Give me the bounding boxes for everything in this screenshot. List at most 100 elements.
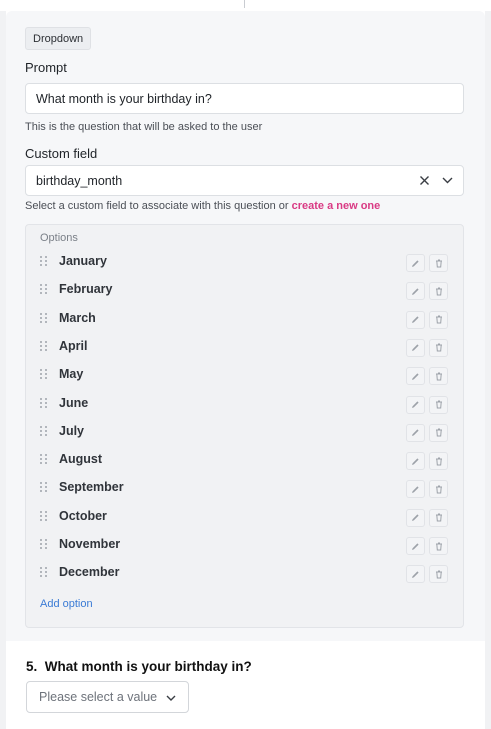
trash-icon [435,343,442,352]
drag-handle-icon[interactable] [40,256,48,268]
create-new-field-link[interactable]: create a new one [292,200,381,212]
question-type-badge: Dropdown [25,27,92,50]
option-label: November [59,537,121,551]
trash-icon [435,428,442,437]
edit-option-button[interactable] [406,452,425,471]
delete-option-button[interactable] [429,423,448,442]
edit-option-button[interactable] [406,537,425,555]
add-option-link[interactable]: Add option [40,598,93,610]
delete-option-button[interactable] [429,338,448,357]
delete-option-button[interactable] [429,367,448,386]
edit-option-button[interactable] [406,395,425,414]
prompt-input-value: What month is your birthday in? [36,91,212,106]
preview-question-text: What month is your birthday in? [44,659,252,674]
option-row: April [26,333,463,361]
pencil-icon [412,486,419,493]
trash-icon [435,542,442,550]
right-rail [485,11,491,729]
trash-icon [435,485,442,494]
option-row: June [26,390,463,418]
option-label: March [59,310,96,325]
pencil-icon [412,401,419,408]
custom-field-value: birthday_month [36,173,123,188]
option-row: January [26,248,463,276]
drag-handle-icon[interactable] [40,369,48,381]
pencil-icon [412,288,419,295]
delete-option-button[interactable] [429,537,448,555]
option-row: November [26,531,463,559]
top-connector-line [244,0,245,8]
option-label: August [59,452,103,467]
prompt-help-text: This is the question that will be asked … [25,121,263,133]
preview-dropdown[interactable]: Please select a value [26,681,189,713]
drag-handle-icon[interactable] [40,284,48,296]
delete-option-button[interactable] [429,254,448,272]
pencil-icon [412,429,419,437]
clear-icon[interactable] [419,175,430,186]
custom-field-select[interactable]: birthday_month [25,165,464,196]
option-label: April [59,338,88,353]
drag-handle-icon[interactable] [40,510,48,523]
pencil-icon [412,542,419,550]
pencil-icon [412,457,419,465]
custom-field-help-label: Select a custom field to associate with … [25,200,289,212]
edit-option-button[interactable] [406,565,425,584]
pencil-icon [412,316,419,324]
delete-option-button[interactable] [429,452,448,471]
prompt-input[interactable]: What month is your birthday in? [25,83,464,114]
chevron-down-icon[interactable] [442,177,453,184]
option-row: March [26,305,463,333]
option-label: January [59,254,107,268]
edit-option-button[interactable] [406,423,425,442]
option-row: July [26,418,463,446]
delete-option-button[interactable] [429,282,448,301]
drag-handle-icon[interactable] [40,340,48,353]
drag-handle-icon[interactable] [40,454,48,466]
option-label: December [59,565,120,580]
trash-icon [435,457,442,466]
preview-question-number: 5. [26,659,38,674]
drag-handle-icon[interactable] [40,425,48,438]
option-row: October [26,503,463,531]
option-label: July [59,423,85,438]
pencil-icon [412,514,419,522]
trash-icon [435,287,442,296]
option-label: February [59,282,113,297]
drag-handle-icon[interactable] [40,312,48,325]
option-row: December [26,559,463,587]
pencil-icon [412,259,419,267]
delete-option-button[interactable] [429,480,448,499]
option-label: June [59,395,89,410]
pencil-icon [412,344,419,352]
delete-option-button[interactable] [429,508,448,527]
trash-icon [435,570,442,579]
delete-option-button[interactable] [429,310,448,329]
edit-option-button[interactable] [406,338,425,357]
option-row: February [26,276,463,304]
options-panel: Options January February March April May June… [25,224,464,628]
drag-handle-icon[interactable] [40,539,48,551]
option-row: May [26,361,463,389]
edit-option-button[interactable] [406,508,425,527]
custom-field-label: Custom field [25,146,98,161]
chevron-down-icon [166,690,176,704]
option-label: May [59,367,84,382]
edit-option-button[interactable] [406,480,425,499]
drag-handle-icon[interactable] [40,397,48,410]
pencil-icon [412,571,419,578]
options-title: Options [40,232,78,244]
option-row: August [26,446,463,474]
edit-option-button[interactable] [406,310,425,329]
option-label: October [59,508,107,523]
trash-icon [435,372,442,381]
edit-option-button[interactable] [406,282,425,301]
delete-option-button[interactable] [429,395,448,414]
delete-option-button[interactable] [429,565,448,584]
edit-option-button[interactable] [406,367,425,386]
question-editor-card: Dropdown Prompt What month is your birth… [6,11,485,641]
drag-handle-icon[interactable] [40,567,48,579]
option-row: September [26,474,463,502]
custom-field-help-text: Select a custom field to associate with … [25,200,380,212]
drag-handle-icon[interactable] [40,482,48,494]
edit-option-button[interactable] [406,254,425,272]
